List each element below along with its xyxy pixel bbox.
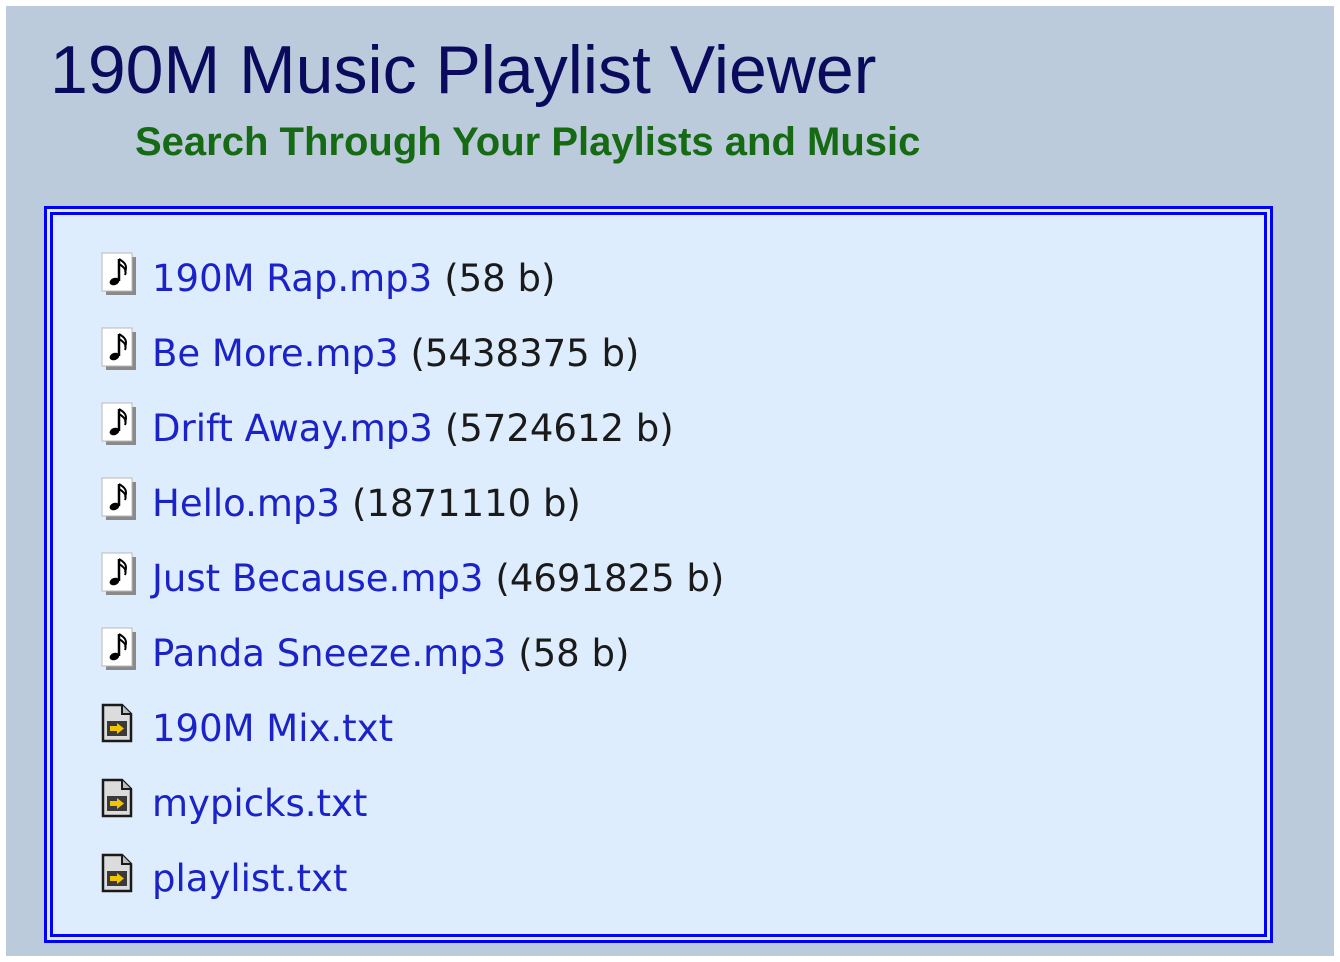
playlist-file-icon <box>100 776 136 820</box>
playlist-file-icon <box>100 851 136 895</box>
file-link[interactable]: Drift Away.mp3 <box>152 407 433 450</box>
file-link[interactable]: Just Because.mp3 <box>152 557 483 600</box>
playlist-file-icon <box>100 701 136 745</box>
list-item: mypicks.txt <box>100 766 724 841</box>
file-link[interactable]: Hello.mp3 <box>152 482 340 525</box>
list-item: Just Because.mp3 (4691825 b) <box>100 541 724 616</box>
list-item: playlist.txt <box>100 841 724 916</box>
file-size: (5724612 b) <box>444 407 674 450</box>
music-note-icon <box>100 626 136 670</box>
list-item: Be More.mp3 (5438375 b) <box>100 316 724 391</box>
file-link[interactable]: 190M Rap.mp3 <box>152 257 432 300</box>
music-note-icon <box>100 326 136 370</box>
page-title: 190M Music Playlist Viewer <box>50 32 877 108</box>
file-size: (58 b) <box>518 632 630 675</box>
music-note-icon <box>100 401 136 445</box>
list-item: Drift Away.mp3 (5724612 b) <box>100 391 724 466</box>
music-note-icon <box>100 476 136 520</box>
file-size: (4691825 b) <box>495 557 725 600</box>
file-list: 190M Rap.mp3 (58 b) Be More.mp3 (5438375… <box>100 241 724 916</box>
list-item: 190M Rap.mp3 (58 b) <box>100 241 724 316</box>
file-link[interactable]: Be More.mp3 <box>152 332 398 375</box>
list-item: Hello.mp3 (1871110 b) <box>100 466 724 541</box>
file-list-panel: 190M Rap.mp3 (58 b) Be More.mp3 (5438375… <box>44 206 1273 943</box>
page-subtitle: Search Through Your Playlists and Music <box>135 120 921 164</box>
file-link[interactable]: 190M Mix.txt <box>152 707 393 750</box>
file-link[interactable]: Panda Sneeze.mp3 <box>152 632 506 675</box>
list-item: 190M Mix.txt <box>100 691 724 766</box>
list-item: Panda Sneeze.mp3 (58 b) <box>100 616 724 691</box>
music-note-icon <box>100 251 136 295</box>
file-size: (5438375 b) <box>410 332 640 375</box>
file-size: (58 b) <box>444 257 556 300</box>
file-link[interactable]: mypicks.txt <box>152 782 367 825</box>
file-size: (1871110 b) <box>351 482 581 525</box>
page-background: 190M Music Playlist Viewer Search Throug… <box>6 6 1334 956</box>
file-link[interactable]: playlist.txt <box>152 857 347 900</box>
music-note-icon <box>100 551 136 595</box>
